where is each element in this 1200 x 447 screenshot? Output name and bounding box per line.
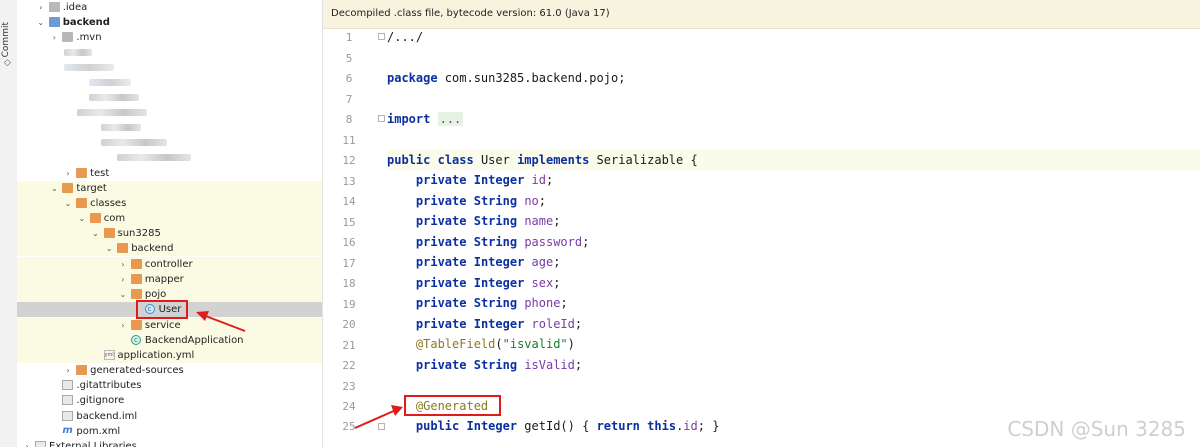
watermark: CSDN @Sun 3285 bbox=[1007, 417, 1186, 441]
annotation-arrows bbox=[196, 311, 403, 429]
arrow-to-generated bbox=[354, 409, 397, 429]
arrow-to-user bbox=[202, 314, 246, 332]
